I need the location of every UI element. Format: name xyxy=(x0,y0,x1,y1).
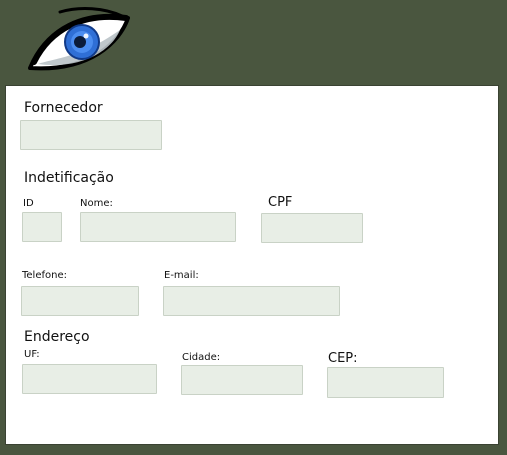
name-input[interactable] xyxy=(80,212,236,242)
cpf-input[interactable] xyxy=(261,213,363,243)
cep-input[interactable] xyxy=(327,367,444,398)
phone-label: Telefone: xyxy=(22,270,67,281)
name-label: Nome: xyxy=(80,198,113,209)
address-section-label: Endereço xyxy=(24,329,90,345)
supplier-section-label: Fornecedor xyxy=(24,100,103,116)
id-label: ID xyxy=(23,198,34,209)
uf-label: UF: xyxy=(24,349,40,360)
supplier-input[interactable] xyxy=(20,120,162,150)
email-label: E-mail: xyxy=(164,270,199,281)
cpf-label: CPF xyxy=(268,195,293,210)
city-input[interactable] xyxy=(181,365,303,395)
phone-input[interactable] xyxy=(21,286,139,316)
uf-input[interactable] xyxy=(22,364,157,394)
city-label: Cidade: xyxy=(182,352,221,363)
cep-label: CEP: xyxy=(328,351,358,366)
id-input[interactable] xyxy=(22,212,62,242)
email-input[interactable] xyxy=(163,286,340,316)
eye-icon xyxy=(20,2,138,78)
identification-section-label: Indetificação xyxy=(24,170,114,186)
supplier-form-panel: Fornecedor Indetificação ID Nome: CPF Te… xyxy=(5,85,499,445)
